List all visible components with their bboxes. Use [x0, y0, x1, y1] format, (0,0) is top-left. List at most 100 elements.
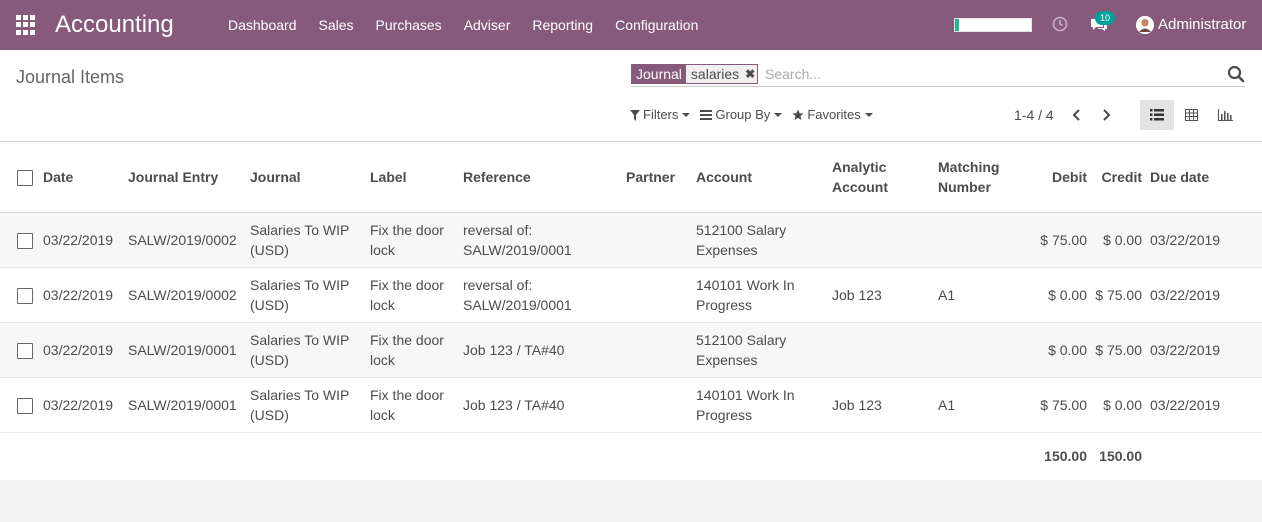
- menu-item-reporting[interactable]: Reporting: [532, 16, 593, 34]
- onboarding-progress-bar[interactable]: [954, 18, 1032, 32]
- totals-row: 150.00 150.00: [0, 432, 1262, 479]
- cell-due-date: 03/22/2019: [1150, 396, 1221, 413]
- cell-partner: [622, 212, 692, 267]
- column-header-credit[interactable]: Credit: [1091, 142, 1146, 212]
- pivot-table-icon: [1184, 109, 1198, 121]
- cell-journal-entry: SALW/2019/0002: [128, 286, 237, 303]
- row-checkbox[interactable]: [17, 232, 33, 249]
- column-header-journal-entry[interactable]: Journal Entry: [124, 142, 246, 212]
- search-facet[interactable]: Journal salaries ✖: [631, 64, 759, 84]
- cell-matching-number: A1: [938, 286, 956, 303]
- progress-fill: [955, 19, 959, 31]
- cell-due-date: 03/22/2019: [1150, 286, 1221, 303]
- cell-due-date: 03/22/2019: [1150, 341, 1221, 358]
- row-select-cell: [0, 212, 39, 267]
- row-select-cell: [0, 267, 39, 322]
- search-icon[interactable]: [1227, 65, 1245, 83]
- totals-due-spacer: [1146, 432, 1262, 479]
- cell-partner: [622, 267, 692, 322]
- user-name[interactable]: Administrator: [1158, 16, 1246, 34]
- menu-item-dashboard[interactable]: Dashboard: [228, 16, 297, 34]
- select-all-checkbox[interactable]: [17, 170, 33, 187]
- group-by-button[interactable]: Group By: [700, 107, 783, 123]
- cell-debit: $ 75.00: [1040, 396, 1087, 413]
- column-header-debit[interactable]: Debit: [1031, 142, 1091, 212]
- column-header-analytic-account[interactable]: Analytic Account: [828, 142, 934, 212]
- menu-item-adviser[interactable]: Adviser: [464, 16, 511, 34]
- app-brand[interactable]: Accounting: [55, 10, 174, 40]
- cell-label: Fix the door lock: [370, 276, 444, 313]
- table-row[interactable]: 03/22/2019 SALW/2019/0002 Salaries To WI…: [0, 267, 1262, 322]
- menu-item-sales[interactable]: Sales: [319, 16, 354, 34]
- cell-analytic-account: [828, 212, 934, 267]
- menu-item-configuration[interactable]: Configuration: [615, 16, 698, 34]
- list-view-button[interactable]: [1140, 100, 1174, 130]
- cell-debit: $ 0.00: [1048, 286, 1087, 303]
- caret-down-icon: [774, 113, 783, 117]
- cell-analytic-account: [828, 322, 934, 377]
- cell-analytic-account: Job 123: [832, 396, 882, 413]
- journal-items-list: Date Journal Entry Journal Label Referen…: [0, 142, 1262, 480]
- cell-journal: Salaries To WIP (USD): [250, 331, 350, 368]
- cell-label: Fix the door lock: [370, 386, 444, 423]
- column-header-date[interactable]: Date: [39, 142, 124, 212]
- search-input[interactable]: [765, 64, 1205, 84]
- cell-account: 140101 Work In Progress: [696, 276, 795, 313]
- facet-remove-icon[interactable]: ✖: [743, 65, 757, 83]
- table-row[interactable]: 03/22/2019 SALW/2019/0001 Salaries To WI…: [0, 322, 1262, 377]
- cell-analytic-account: Job 123: [832, 286, 882, 303]
- bar-chart-icon: [1217, 109, 1233, 121]
- pager-previous-icon[interactable]: [1070, 107, 1084, 123]
- cell-journal-entry: SALW/2019/0002: [128, 231, 237, 248]
- totals-spacer: [0, 432, 1031, 479]
- graph-view-button[interactable]: [1208, 100, 1242, 130]
- menu-item-purchases[interactable]: Purchases: [376, 16, 442, 34]
- main-menu: Dashboard Sales Purchases Adviser Report…: [228, 16, 720, 34]
- cell-partner: [622, 322, 692, 377]
- column-header-reference[interactable]: Reference: [459, 142, 622, 212]
- search-bar: Journal salaries ✖: [631, 63, 1245, 87]
- cell-debit: $ 75.00: [1040, 231, 1087, 248]
- cell-account: 140101 Work In Progress: [696, 386, 795, 423]
- group-by-icon: [700, 110, 713, 120]
- cell-account: 512100 Salary Expenses: [696, 221, 787, 258]
- pivot-view-button[interactable]: [1174, 100, 1208, 130]
- filters-label: Filters: [643, 107, 679, 122]
- cell-journal: Salaries To WIP (USD): [250, 276, 350, 313]
- apps-menu-icon[interactable]: [16, 15, 36, 35]
- control-panel: Journal Items Journal salaries ✖ Filters…: [0, 50, 1262, 142]
- cell-label: Fix the door lock: [370, 221, 444, 258]
- list-view-icon: [1150, 109, 1164, 121]
- cell-credit: $ 75.00: [1095, 286, 1142, 303]
- column-header-due-date[interactable]: Due date: [1146, 142, 1262, 212]
- activity-clock-icon[interactable]: [1052, 16, 1068, 32]
- column-header-matching-number[interactable]: Matching Number: [934, 142, 1031, 212]
- pager-next-icon[interactable]: [1099, 107, 1113, 123]
- row-checkbox[interactable]: [17, 342, 33, 359]
- facet-value: salaries: [690, 66, 740, 82]
- cell-date: 03/22/2019: [43, 396, 114, 413]
- table-row[interactable]: 03/22/2019 SALW/2019/0002 Salaries To WI…: [0, 212, 1262, 267]
- cell-reference: Job 123 / TA#40: [463, 341, 565, 358]
- cell-partner: [622, 377, 692, 432]
- cell-matching-number: [934, 212, 1031, 267]
- row-checkbox[interactable]: [17, 397, 33, 414]
- column-header-label[interactable]: Label: [366, 142, 459, 212]
- column-header-partner[interactable]: Partner: [622, 142, 692, 212]
- pager-value[interactable]: 1-4 / 4: [1014, 106, 1054, 124]
- search-options: Filters Group By Favorites: [630, 107, 883, 123]
- user-avatar[interactable]: [1136, 16, 1154, 34]
- cell-journal-entry: SALW/2019/0001: [128, 341, 237, 358]
- cell-matching-number: A1: [938, 396, 956, 413]
- table-row[interactable]: 03/22/2019 SALW/2019/0001 Salaries To WI…: [0, 377, 1262, 432]
- cell-credit: $ 0.00: [1103, 396, 1142, 413]
- page-background: [0, 480, 1262, 522]
- column-header-account[interactable]: Account: [692, 142, 828, 212]
- column-header-journal[interactable]: Journal: [246, 142, 366, 212]
- group-by-label: Group By: [715, 107, 771, 122]
- favorites-button[interactable]: Favorites: [792, 107, 873, 123]
- row-checkbox[interactable]: [17, 287, 33, 304]
- filters-button[interactable]: Filters: [630, 107, 691, 123]
- breadcrumb: Journal Items: [16, 67, 125, 87]
- cell-journal-entry: SALW/2019/0001: [128, 396, 237, 413]
